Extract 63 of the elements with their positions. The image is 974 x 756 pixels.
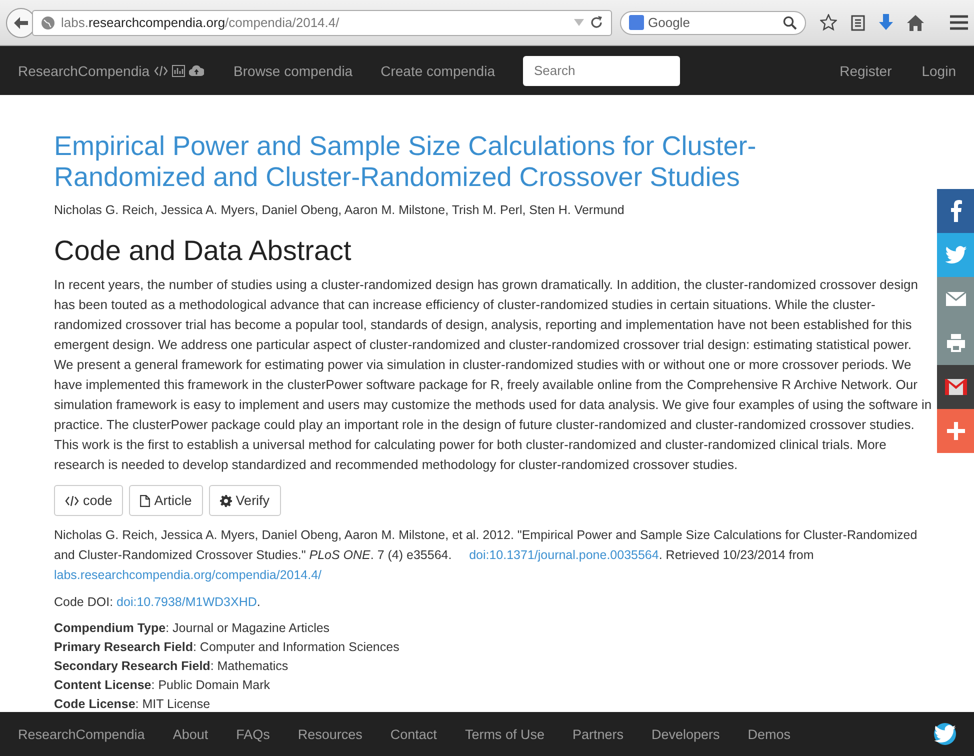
- metadata-line: Primary Research Field: Computer and Information Sciences: [54, 639, 400, 656]
- abstract-text: In recent years, the number of studies using a cluster-randomized design has grown dramatically. In addition, the cluster-randomized crossover design has been touted as a methodological advance that can increase efficiency of cluster-randomized studies in certain situations. While the cluster-randomized crossover trial has become a popular tool, standards of design, analysis, reporting and implementation have not been established for this emergent design. We address one particular aspect of cluster-randomized and cluster-randomized crossover trial design: estimating statistical power. We present a general framework for estimating power via simulation in cluster-randomized studies with or without one or more crossover periods. We have implemented this framework in the clusterPower software package for R, freely available online from the Comprehensive R Archive Network. Our simulation framework is easy to implement and users may customize the methods used for data analysis. We give four examples of using the software in practice. The clusterPower package could play an important role in the design of future cluster-randomized and cluster-randomized crossover studies. This work is the first to establish a universal method for calculating power for both cluster-randomized and cluster-randomized clinical trials. More research is needed to develop standardized and recommended methodology for cluster-randomized crossover studies.: [54, 276, 932, 474]
- bird-icon: [934, 725, 956, 743]
- footer-link[interactable]: FAQs: [236, 726, 270, 742]
- twitter-button[interactable]: [934, 723, 956, 745]
- section-heading: Code and Data Abstract: [54, 235, 352, 267]
- download-icon[interactable]: [879, 14, 893, 31]
- footer-link[interactable]: Contact: [390, 726, 437, 742]
- author-list: Nicholas G. Reich, Jessica A. Myers, Daniel Obeng, Aaron M. Milstone, Trish M. Perl, Sten H. Vermund: [54, 203, 930, 217]
- metadata-line: Secondary Research Field: Mathematics: [54, 658, 290, 675]
- code-doi-text: Code DOI: doi:10.7938/M1WD3XHD.: [54, 595, 262, 609]
- nav-link[interactable]: Login: [922, 62, 956, 78]
- menu-icon[interactable]: [950, 15, 968, 30]
- footer-link[interactable]: ResearchCompendia: [18, 726, 145, 742]
- search-engine-icon: [629, 15, 644, 30]
- clipboard-icon[interactable]: [851, 14, 865, 31]
- share-button[interactable]: [937, 321, 974, 365]
- cloud-icon: [188, 65, 204, 76]
- footer-link[interactable]: Developers: [652, 726, 720, 742]
- file-icon: [140, 494, 150, 506]
- chart-icon: [172, 64, 185, 76]
- toolbar-button[interactable]: Verify: [208, 485, 281, 516]
- nav-link[interactable]: Register: [840, 62, 892, 78]
- toolbar-button[interactable]: Article: [129, 485, 203, 516]
- facebook-icon: [950, 200, 962, 222]
- search-field[interactable]: Search: [523, 56, 680, 86]
- article-title: Empirical Power and Sample Size Calculations for Cluster-Randomized and Cluster-Randomized Crossover Studies: [54, 131, 758, 193]
- code-icon: [154, 66, 168, 76]
- metadata-line: Code License: MIT License: [54, 696, 212, 713]
- search-engine-field[interactable]: Google: [620, 10, 806, 34]
- citation-text: Nicholas G. Reich, Jessica A. Myers, Daniel Obeng, Aaron M. Milstone, et al. 2012. "Empirical Power and Sample Size Calculations for Cluster-Randomized and Cluster-Randomized Crossover Studies." PLoS ONE. 7 (4) e35564. doi:10.1371/journal.pone.0035564. Retrieved 10/23/2014 from labs.researchcompendia.org/compendia/2014.4/: [54, 527, 918, 584]
- footer-link[interactable]: Demos: [748, 726, 791, 742]
- envelope-icon: [946, 292, 966, 306]
- printer-icon: [946, 334, 966, 352]
- nav-link[interactable]: Create compendia: [380, 62, 495, 78]
- brand-link[interactable]: ResearchCompendia: [18, 62, 150, 78]
- footer-link[interactable]: Partners: [572, 726, 624, 742]
- footer-link[interactable]: Resources: [298, 726, 362, 742]
- address-bar[interactable]: labs.researchcompendia.org/compendia/2014.4/: [32, 10, 612, 36]
- reload-icon[interactable]: [590, 16, 603, 29]
- bird-icon: [944, 246, 966, 264]
- mail-icon: [944, 379, 966, 395]
- doi-link[interactable]: doi:10.1371/journal.pone.0035564: [469, 548, 659, 562]
- search-engine-name: Google: [648, 15, 691, 30]
- share-button[interactable]: [937, 365, 974, 409]
- nav-link[interactable]: Browse compendia: [234, 62, 353, 78]
- metadata-line: Content License: Public Domain Mark: [54, 677, 272, 694]
- search-icon: [783, 16, 797, 30]
- plus-icon: [946, 422, 964, 440]
- back-arrow-icon: [14, 16, 28, 28]
- url-text: labs.researchcompendia.org/compendia/2014.4/: [61, 15, 340, 30]
- gear-icon: [220, 494, 232, 506]
- code-icon: [65, 496, 79, 506]
- star-icon[interactable]: [820, 14, 837, 31]
- toolbar-button[interactable]: code: [54, 485, 124, 516]
- doi-link[interactable]: doi:10.7938/M1WD3XHD: [116, 595, 257, 609]
- home-icon[interactable]: [907, 14, 924, 30]
- share-button[interactable]: [937, 277, 974, 321]
- share-button[interactable]: [937, 189, 974, 233]
- url-link[interactable]: labs.researchcompendia.org/compendia/2014.4/: [54, 568, 322, 582]
- metadata-line: Compendium Type: Journal or Magazine Articles: [54, 620, 331, 637]
- footer-link[interactable]: Terms of Use: [464, 726, 544, 742]
- footer-link[interactable]: About: [172, 726, 208, 742]
